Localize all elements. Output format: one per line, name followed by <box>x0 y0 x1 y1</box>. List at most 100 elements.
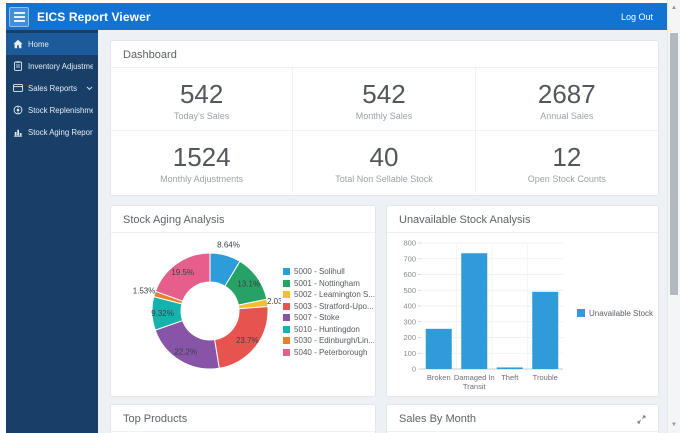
unavailable-stock-panel: Unavailable Stock Analysis 0 100 200 300 400… <box>386 205 659 397</box>
legend-swatch <box>283 349 291 357</box>
legend-swatch <box>283 302 291 310</box>
app-window: EICS Report Viewer Log Out Home Inventor… <box>0 0 680 433</box>
svg-text:2.03%: 2.03% <box>267 297 281 306</box>
bottom-panels-row: Top Products Sales By Month <box>110 404 659 433</box>
home-icon <box>13 39 23 49</box>
svg-text:200: 200 <box>403 333 416 342</box>
chevron-down-icon <box>86 86 93 91</box>
hamburger-menu-button[interactable] <box>9 6 29 27</box>
legend-label: 5040 - Peterborough <box>294 348 368 358</box>
legend-item[interactable]: 5040 - Peterborough <box>283 347 375 359</box>
svg-text:300: 300 <box>403 317 416 326</box>
svg-text:500: 500 <box>403 286 416 295</box>
stat-monthly-adjustments: 1524 Monthly Adjustments <box>111 131 294 193</box>
inventory-adjustment-icon <box>13 61 23 71</box>
stat-label: Open Stock Counts <box>527 174 606 184</box>
vertical-scrollbar[interactable]: ▲ ▼ <box>667 0 680 433</box>
sidebar-item-label: Stock Replenishment <box>28 105 93 115</box>
legend-label: 5010 - Huntingdon <box>294 324 360 334</box>
stat-todays-sales: 542 Today's Sales <box>111 68 294 131</box>
stock-aging-report-icon <box>13 127 23 137</box>
svg-text:Theft: Theft <box>501 373 519 382</box>
legend-label: 5000 - Solihull <box>294 266 345 276</box>
legend-item[interactable]: 5000 - Solihull <box>283 266 375 278</box>
legend-item[interactable]: 5003 - Stratford-Upo... <box>283 300 375 312</box>
svg-text:400: 400 <box>403 302 416 311</box>
legend-swatch <box>283 325 291 333</box>
legend-item[interactable]: 5007 - Stoke <box>283 312 375 324</box>
stock-replenishment-icon <box>13 105 23 115</box>
sidebar-item-label: Home <box>28 39 49 49</box>
stat-label: Today's Sales <box>174 111 230 121</box>
scroll-up-arrow[interactable]: ▲ <box>668 4 680 12</box>
hamburger-icon <box>13 11 25 14</box>
legend-swatch <box>283 314 291 322</box>
svg-text:800: 800 <box>403 239 416 248</box>
scrollbar-thumb[interactable] <box>670 33 678 295</box>
legend-swatch <box>283 267 291 275</box>
sales-reports-icon <box>13 83 23 93</box>
svg-text:600: 600 <box>403 270 416 279</box>
svg-text:13.1%: 13.1% <box>237 279 260 288</box>
sidebar-item-label: Inventory Adjustment <box>28 61 93 71</box>
stat-label: Annual Sales <box>540 111 594 121</box>
svg-text:9.32%: 9.32% <box>151 309 174 318</box>
sidebar-item-sales-reports[interactable]: Sales Reports <box>6 77 98 99</box>
sidebar-nav: Home Inventory Adjustment Sales Reports … <box>6 30 98 433</box>
panel-title-top-products: Top Products <box>111 405 375 432</box>
stock-aging-donut-chart: 8.64% 13.1% 2.03% 23.7% 22.2% 9.32% 1.53% 19.5% <box>133 240 281 370</box>
legend-swatch <box>283 279 291 287</box>
expand-icon[interactable] <box>637 415 646 424</box>
top-header-bar: EICS Report Viewer Log Out <box>6 3 667 30</box>
panel-title-stock-aging: Stock Aging Analysis <box>111 206 375 233</box>
legend-label: 5002 - Leamington S... <box>294 290 375 300</box>
svg-text:1.53%: 1.53% <box>133 287 156 296</box>
sidebar-item-inventory-adjustment[interactable]: Inventory Adjustment <box>6 55 98 77</box>
svg-text:Trouble: Trouble <box>533 373 558 382</box>
unavailable-stock-bar-chart: 0 100 200 300 400 500 600 700 800 Broken Damaged I… <box>403 239 563 391</box>
stat-value: 542 <box>362 79 406 109</box>
legend-item[interactable]: 5001 - Nottingham <box>283 277 375 289</box>
stat-label: Total Non Sellable Stock <box>335 174 433 184</box>
sales-by-month-panel: Sales By Month <box>386 404 659 433</box>
sidebar-item-stock-replenishment[interactable]: Stock Replenishment <box>6 99 98 121</box>
svg-text:Transit: Transit <box>463 382 487 391</box>
logout-button[interactable]: Log Out <box>621 12 653 22</box>
svg-text:0: 0 <box>412 365 416 374</box>
legend-item[interactable]: 5002 - Leamington S... <box>283 289 375 301</box>
legend-item[interactable]: 5010 - Huntingdon <box>283 324 375 336</box>
svg-text:8.64%: 8.64% <box>217 240 240 249</box>
svg-text:700: 700 <box>403 254 416 263</box>
app-title: EICS Report Viewer <box>37 9 151 24</box>
legend-label: Unavailable Stock <box>589 308 654 318</box>
sidebar-item-home[interactable]: Home <box>6 33 98 55</box>
svg-text:19.5%: 19.5% <box>171 268 194 277</box>
sidebar-item-label: Sales Reports <box>28 83 77 93</box>
stat-non-sellable-stock: 40 Total Non Sellable Stock <box>293 131 476 193</box>
dashboard-panel: Dashboard 542 Today's Sales 542 Monthly … <box>110 40 659 196</box>
legend-item[interactable]: 5030 - Edinburgh/Lin... <box>283 335 375 347</box>
legend-swatch <box>283 337 291 345</box>
legend-label: 5001 - Nottingham <box>294 278 360 288</box>
svg-text:22.2%: 22.2% <box>174 348 197 357</box>
stat-label: Monthly Adjustments <box>160 174 244 184</box>
sidebar-item-stock-aging-report[interactable]: Stock Aging Report <box>6 121 98 143</box>
bar-chart-legend[interactable]: Unavailable Stock <box>577 309 653 318</box>
stat-value: 2687 <box>537 79 596 109</box>
scroll-down-arrow[interactable]: ▼ <box>668 421 680 429</box>
stat-value: 542 <box>179 79 224 109</box>
donut-legend: 5000 - Solihull 5001 - Nottingham 5002 - L… <box>281 266 375 359</box>
svg-text:Broken: Broken <box>427 373 451 382</box>
panel-title-unavailable-stock: Unavailable Stock Analysis <box>387 206 658 233</box>
stat-monthly-sales: 542 Monthly Sales <box>293 68 476 131</box>
charts-row: Stock Aging Analysis 8.64% 13.1% 2.03% 23.7… <box>110 205 659 397</box>
stat-annual-sales: 2687 Annual Sales <box>475 68 658 131</box>
svg-text:Damaged In: Damaged In <box>454 373 495 382</box>
legend-swatch <box>577 309 585 317</box>
panel-title-dashboard: Dashboard <box>111 41 658 68</box>
svg-text:100: 100 <box>403 349 416 358</box>
legend-label: 5003 - Stratford-Upo... <box>294 301 374 311</box>
sidebar-item-label: Stock Aging Report <box>28 127 93 137</box>
stat-value: 1524 <box>172 142 231 172</box>
stats-grid: 542 Today's Sales 542 Monthly Sales 2687… <box>111 68 658 193</box>
